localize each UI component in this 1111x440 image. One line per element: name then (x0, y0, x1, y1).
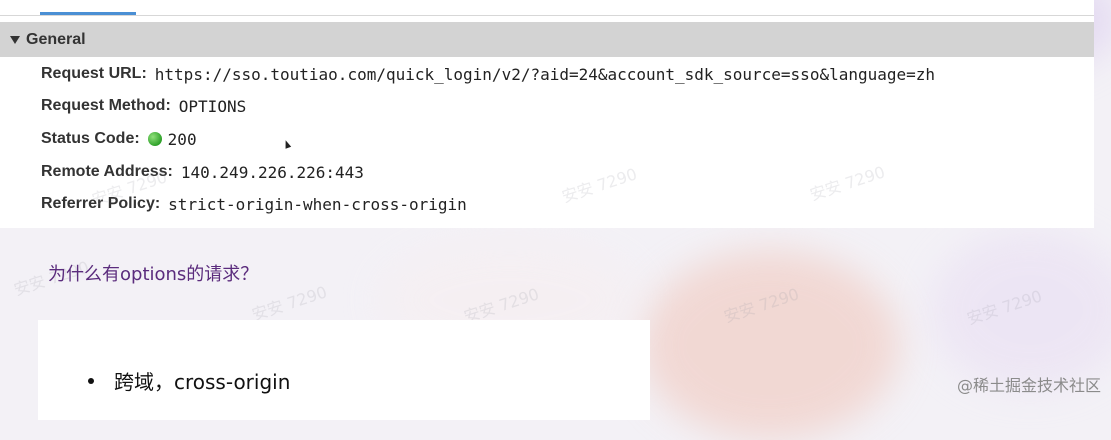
bullet-item: 跨域，cross-origin (88, 366, 290, 395)
remote-address-value[interactable]: 140.249.226.226:443 (181, 163, 364, 182)
mouse-cursor-icon (282, 139, 292, 149)
status-code-row: Status Code: 200 (41, 127, 197, 151)
status-code-value[interactable]: 200 (168, 130, 197, 149)
slide-card: 跨域，cross-origin (38, 320, 650, 420)
footer-watermark: @稀土掘金技术社区 (956, 376, 1101, 395)
request-url-value[interactable]: https://sso.toutiao.com/quick_login/v2/?… (155, 65, 935, 84)
request-url-row: Request URL: https://sso.toutiao.com/qui… (41, 62, 935, 86)
field-label: Referrer Policy: (41, 195, 161, 212)
caret-down-icon[interactable] (10, 35, 20, 44)
field-label: Request Method: (41, 97, 171, 114)
devtools-headers-panel: General Request URL: https://sso.toutiao… (0, 0, 1094, 228)
referrer-policy-value[interactable]: strict-origin-when-cross-origin (168, 195, 467, 214)
background-blob (930, 230, 1111, 390)
field-label: Request URL: (41, 65, 147, 82)
bullet-text: 跨域，cross-origin (114, 370, 291, 394)
field-label: Remote Address: (41, 163, 173, 180)
field-label: Status Code: (41, 130, 140, 147)
divider (0, 15, 1094, 16)
request-method-row: Request Method: OPTIONS (41, 94, 246, 118)
section-title: General (26, 30, 86, 48)
bullet-icon (88, 377, 94, 384)
general-section-header[interactable]: General (0, 22, 1094, 57)
status-ok-icon (147, 132, 162, 146)
watermark: 安安 7290 (249, 282, 330, 325)
request-method-value[interactable]: OPTIONS (179, 97, 246, 116)
referrer-policy-row: Referrer Policy: strict-origin-when-cros… (41, 192, 467, 216)
remote-address-row: Remote Address: 140.249.226.226:443 (41, 160, 364, 184)
slide-question: 为什么有options的请求？ (48, 264, 259, 285)
